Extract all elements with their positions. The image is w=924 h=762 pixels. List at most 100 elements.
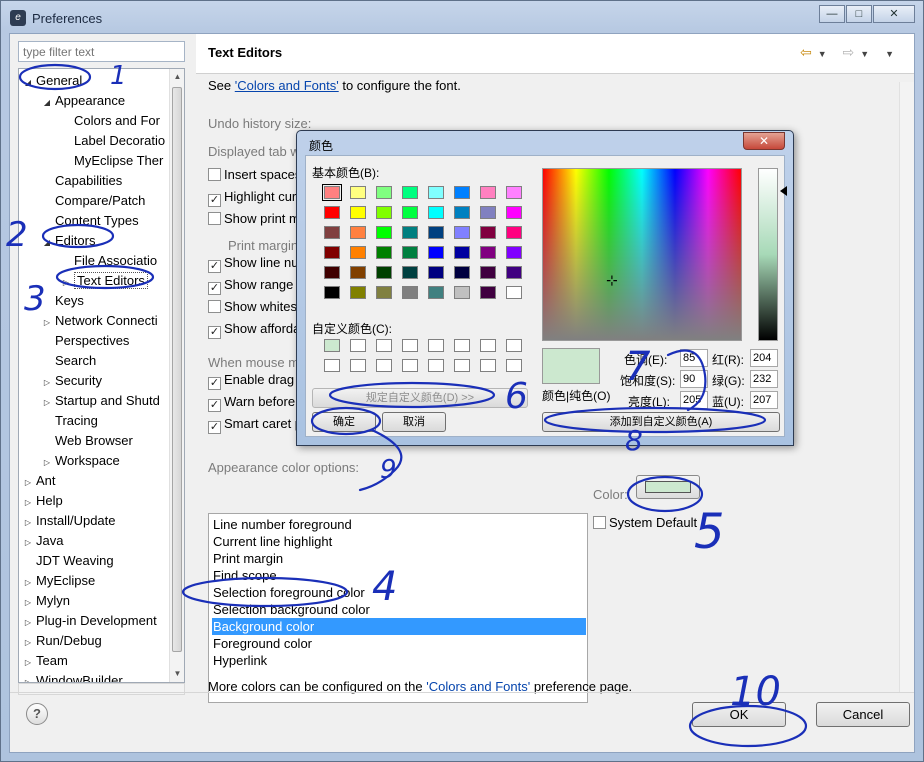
basic-color-swatch[interactable]	[454, 266, 470, 279]
tree-item[interactable]: Search	[42, 351, 96, 371]
unchecked-box-icon[interactable]	[208, 300, 221, 313]
tree-item[interactable]: Keys	[42, 291, 84, 311]
collapsed-twisty-icon[interactable]: ▷	[42, 373, 52, 393]
red-input[interactable]: 204	[750, 349, 778, 367]
custom-color-swatch[interactable]	[480, 339, 496, 352]
add-custom-color-button[interactable]: 添加到自定义颜色(A)	[542, 412, 780, 432]
ok-button[interactable]: OK	[692, 702, 786, 727]
color-option-item[interactable]: Line number foreground	[212, 516, 586, 533]
basic-color-swatch[interactable]	[480, 286, 496, 299]
custom-color-swatch[interactable]	[428, 359, 444, 372]
custom-color-swatch[interactable]	[428, 339, 444, 352]
color-option-item[interactable]: Selection foreground color	[212, 584, 586, 601]
collapsed-twisty-icon[interactable]: ▷	[23, 653, 33, 673]
basic-color-swatch[interactable]	[428, 206, 444, 219]
basic-color-swatch[interactable]	[350, 186, 366, 199]
tree-item[interactable]: ▷ Startup and Shutd	[42, 391, 160, 411]
basic-color-swatch[interactable]	[454, 206, 470, 219]
color-option-item[interactable]: Foreground color	[212, 635, 586, 652]
tree-item[interactable]: ▷ MyEclipse	[23, 571, 95, 591]
system-default-checkbox[interactable]: System Default	[593, 515, 697, 530]
collapsed-twisty-icon[interactable]: ▷	[42, 313, 52, 333]
basic-color-swatch[interactable]	[376, 186, 392, 199]
tree-item[interactable]: Label Decoratio	[61, 131, 165, 151]
basic-color-swatch[interactable]	[376, 266, 392, 279]
basic-color-swatch[interactable]	[376, 226, 392, 239]
view-menu-icon[interactable]: ▼	[885, 49, 900, 59]
basic-color-swatch[interactable]	[322, 184, 342, 201]
forward-menu-icon[interactable]: ▼	[860, 49, 875, 59]
basic-color-swatch[interactable]	[480, 186, 496, 199]
custom-color-swatch[interactable]	[376, 359, 392, 372]
expanded-twisty-icon[interactable]: ◢	[42, 93, 52, 113]
checked-box-icon[interactable]: ✓	[208, 377, 221, 390]
collapsed-twisty-icon[interactable]: ▷	[23, 473, 33, 493]
green-input[interactable]: 232	[750, 370, 778, 388]
basic-color-swatch[interactable]	[480, 226, 496, 239]
custom-color-swatch[interactable]	[402, 359, 418, 372]
checked-box-icon[interactable]: ✓	[208, 260, 221, 273]
basic-color-swatch[interactable]	[480, 266, 496, 279]
saturation-input[interactable]: 90	[680, 370, 708, 388]
tree-item[interactable]: Colors and For	[61, 111, 160, 131]
basic-color-swatch[interactable]	[480, 246, 496, 259]
color-picker-button[interactable]	[636, 475, 700, 499]
tree-item[interactable]: Content Types	[42, 211, 139, 231]
collapsed-twisty-icon[interactable]: ▷	[23, 613, 33, 633]
color-cancel-button[interactable]: 取消	[382, 412, 446, 432]
tree-item[interactable]: File Associatio	[61, 251, 157, 271]
system-default-check[interactable]	[593, 516, 606, 529]
scroll-thumb[interactable]	[172, 87, 182, 652]
collapsed-twisty-icon[interactable]: ▷	[42, 453, 52, 473]
tree-item[interactable]: JDT Weaving	[23, 551, 114, 571]
basic-color-swatch[interactable]	[402, 286, 418, 299]
cancel-button[interactable]: Cancel	[816, 702, 910, 727]
unchecked-box-icon[interactable]	[208, 168, 221, 181]
basic-color-swatch[interactable]	[506, 266, 522, 279]
luminance-input[interactable]: 205	[680, 391, 708, 409]
basic-color-swatch[interactable]	[506, 226, 522, 239]
blue-input[interactable]: 207	[750, 391, 778, 409]
custom-color-swatch[interactable]	[324, 359, 340, 372]
basic-color-swatch[interactable]	[428, 226, 444, 239]
color-ok-button[interactable]: 确定	[312, 412, 376, 432]
custom-color-swatch[interactable]	[350, 359, 366, 372]
collapsed-twisty-icon[interactable]: ▷	[23, 533, 33, 553]
option-checkbox[interactable]: ✓ Show range in	[208, 277, 307, 295]
tree-vertical-scrollbar[interactable]: ▲ ▼	[169, 69, 184, 682]
color-option-item[interactable]: Current line highlight	[212, 533, 586, 550]
tree-item[interactable]: Capabilities	[42, 171, 122, 191]
basic-color-swatch[interactable]	[506, 186, 522, 199]
basic-color-swatch[interactable]	[376, 246, 392, 259]
custom-color-swatch[interactable]	[376, 339, 392, 352]
color-dialog-close-button[interactable]: ✕	[743, 132, 785, 150]
collapsed-twisty-icon[interactable]: ▷	[42, 393, 52, 413]
custom-color-swatch[interactable]	[324, 339, 340, 352]
tree-item[interactable]: ▷ Plug-in Development	[23, 611, 157, 631]
tree-item[interactable]: ▷ Help	[23, 491, 63, 511]
basic-color-swatch[interactable]	[506, 206, 522, 219]
basic-color-swatch[interactable]	[454, 246, 470, 259]
custom-color-swatch[interactable]	[402, 339, 418, 352]
collapsed-twisty-icon[interactable]: ▷	[23, 633, 33, 653]
tree-item[interactable]: ▷ Install/Update	[23, 511, 116, 531]
basic-color-swatch[interactable]	[350, 246, 366, 259]
filter-input[interactable]	[18, 41, 185, 62]
hue-input[interactable]: 85	[680, 349, 708, 367]
tree-item[interactable]: Tracing	[42, 411, 98, 431]
maximize-button[interactable]: □	[846, 5, 872, 23]
option-checkbox[interactable]: ✓ Smart caret po	[208, 416, 309, 434]
basic-color-swatch[interactable]	[324, 246, 340, 259]
basic-color-swatch[interactable]	[376, 286, 392, 299]
basic-color-swatch[interactable]	[350, 206, 366, 219]
basic-color-swatch[interactable]	[402, 246, 418, 259]
tree-item[interactable]: MyEclipse Ther	[61, 151, 163, 171]
basic-color-swatch[interactable]	[454, 226, 470, 239]
collapsed-twisty-icon[interactable]: ▷	[23, 593, 33, 613]
tree-item[interactable]: ▷ Text Editors	[61, 271, 148, 291]
color-option-item[interactable]: Background color	[212, 618, 586, 635]
collapsed-twisty-icon[interactable]: ▷	[23, 573, 33, 593]
tree-item[interactable]: ◢ General	[23, 71, 82, 91]
tree-item[interactable]: Perspectives	[42, 331, 129, 351]
basic-color-swatch[interactable]	[350, 286, 366, 299]
